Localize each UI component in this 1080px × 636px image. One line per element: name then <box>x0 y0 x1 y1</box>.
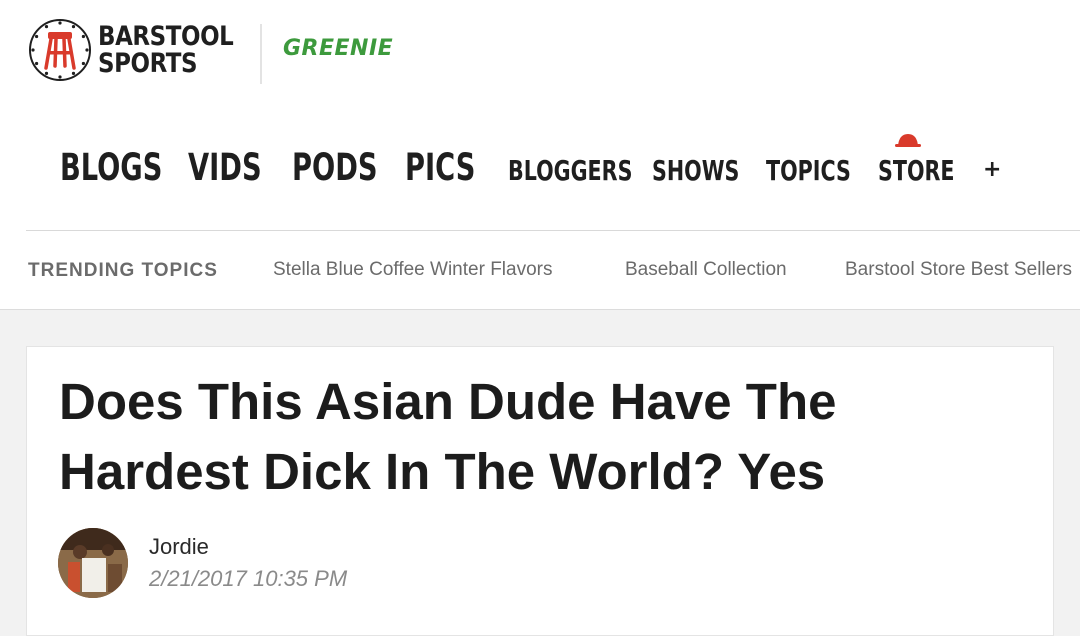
logo-line-1: BARSTOOL <box>98 21 234 52</box>
article-date: 2/21/2017 10:35 PM <box>149 566 348 591</box>
nav-store[interactable]: STORE <box>878 154 955 187</box>
author-name[interactable]: Jordie <box>149 534 209 560</box>
nav-blogs[interactable]: BLOGS <box>60 146 162 189</box>
nav-more-button[interactable]: + <box>983 157 1001 182</box>
author-avatar[interactable] <box>58 528 128 598</box>
trending-link[interactable]: Barstool Store Best Sellers <box>845 259 1072 281</box>
article-card: Does This Asian Dude Have The Hardest Di… <box>26 346 1054 636</box>
nav-pods[interactable]: PODS <box>292 146 378 189</box>
nav-vids[interactable]: VIDS <box>188 146 262 189</box>
barstool-stool-icon <box>29 19 91 81</box>
nav-topics[interactable]: TOPICS <box>766 154 851 187</box>
logo-wordmark: BARSTOOL SPORTS <box>98 21 234 79</box>
partner-logo[interactable]: GREENIE <box>283 36 393 61</box>
nav-bloggers[interactable]: BLOGGERS <box>508 154 632 187</box>
main-nav: BLOGS VIDS PODS PICS BLOGGERS SHOWS TOPI… <box>0 140 1080 200</box>
trending-link[interactable]: Stella Blue Coffee Winter Flavors <box>273 259 553 281</box>
trending-bar: TRENDING TOPICS Stella Blue Coffee Winte… <box>0 231 1080 309</box>
trending-link[interactable]: Baseball Collection <box>625 259 787 281</box>
avatar-photo <box>58 528 128 598</box>
article-title: Does This Asian Dude Have The Hardest Di… <box>59 373 837 500</box>
site-header: BARSTOOL SPORTS GREENIE BLOGS VIDS PODS … <box>0 0 1080 310</box>
logo-line-2: SPORTS <box>98 48 198 79</box>
trending-label: TRENDING TOPICS <box>28 260 218 281</box>
nav-pics[interactable]: PICS <box>405 146 475 189</box>
logo-divider <box>260 24 262 84</box>
site-logo[interactable]: BARSTOOL SPORTS <box>28 18 257 82</box>
nav-shows[interactable]: SHOWS <box>652 154 739 187</box>
